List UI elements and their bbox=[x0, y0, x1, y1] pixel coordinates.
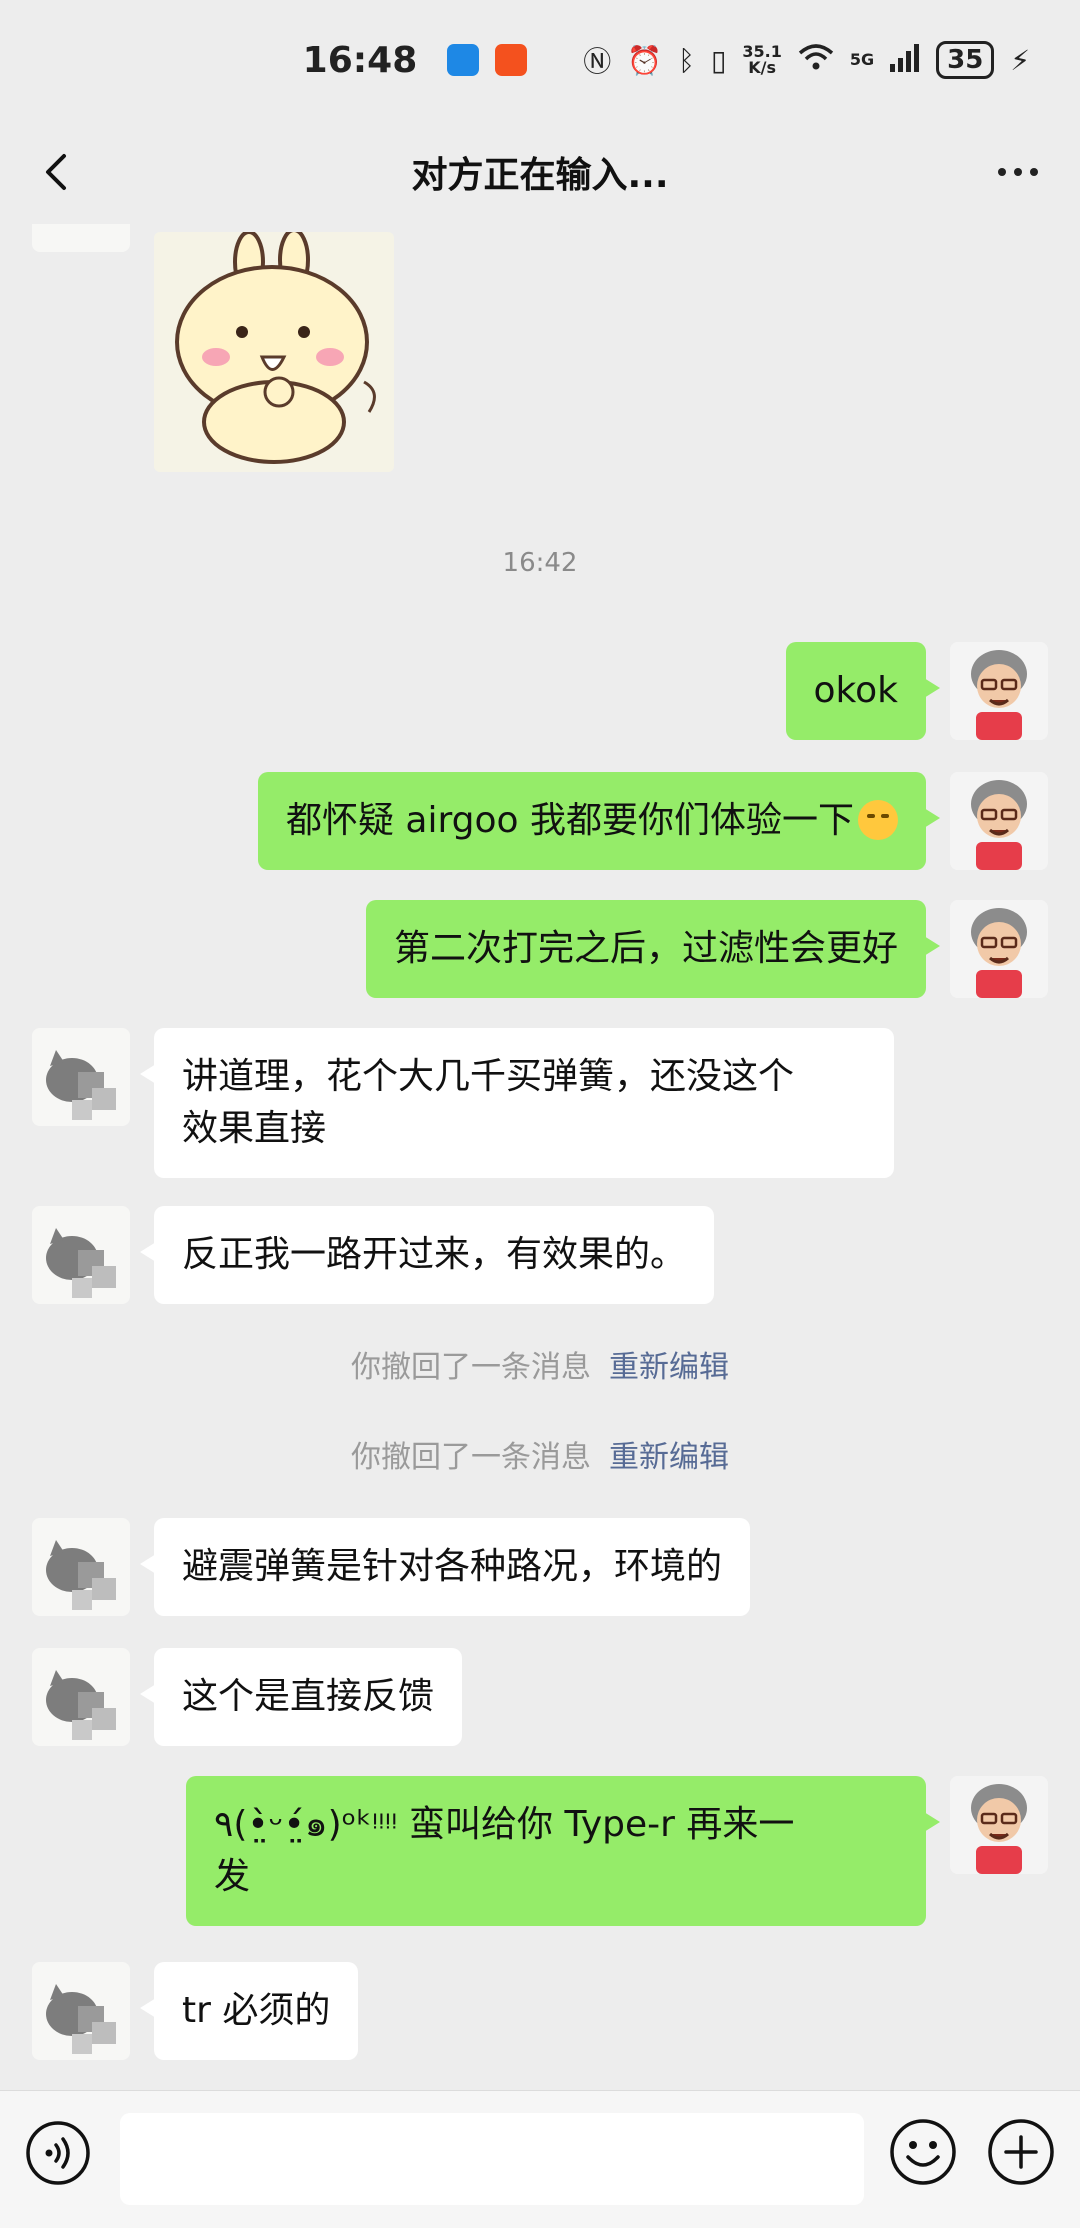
avatar-cat-icon bbox=[32, 1962, 130, 2060]
message-text-line1: 讲道理，花个大几千买弹簧，还没这个 bbox=[182, 1056, 795, 1097]
signal-icon bbox=[890, 44, 920, 76]
contact-message-bubble[interactable]: 反正我一路开过来，有效果的。 bbox=[139, 1206, 715, 1304]
recall-notice: 你撤回了一条消息 重新编辑 bbox=[0, 1342, 1080, 1386]
voice-input-button[interactable] bbox=[24, 2119, 92, 2187]
message-text: 反正我一路开过来，有效果的。 bbox=[182, 1234, 687, 1275]
message-list[interactable]: 16:42 okok 都怀疑 airgoo 我都要你们体验一下 第二次打完之后，… bbox=[0, 224, 1080, 2090]
battery-indicator: 35 bbox=[936, 41, 995, 79]
my-avatar[interactable] bbox=[950, 772, 1048, 870]
app-notification-icon bbox=[447, 44, 480, 76]
network-speed: 35.1 K/s bbox=[742, 44, 781, 76]
status-time: 16:48 bbox=[302, 39, 418, 81]
message-text: okok bbox=[813, 670, 898, 711]
avatar-cat-icon bbox=[32, 1206, 130, 1304]
alarm-icon: ⏰ bbox=[627, 43, 663, 77]
contact-avatar[interactable] bbox=[32, 1028, 130, 1126]
recall-text: 你撤回了一条消息 bbox=[351, 1440, 591, 1475]
message-timestamp: 16:42 bbox=[502, 548, 578, 578]
avatar-cat-icon bbox=[32, 1028, 130, 1126]
message-text-line2: 效果直接 bbox=[182, 1108, 327, 1149]
smiley-icon bbox=[890, 2119, 956, 2185]
re-edit-link[interactable]: 重新编辑 bbox=[609, 1350, 729, 1385]
vibrate-icon: ▯ bbox=[710, 43, 727, 77]
contact-message-bubble[interactable]: tr 必须的 bbox=[139, 1962, 359, 2060]
back-button[interactable] bbox=[30, 144, 86, 200]
network-type: 5G bbox=[849, 50, 875, 69]
my-message-bubble[interactable]: okok bbox=[785, 642, 941, 740]
my-avatar[interactable] bbox=[950, 642, 1048, 740]
bunny-sticker-icon bbox=[175, 228, 376, 464]
message-text-line1: ٩(•̤̀ᵕ•̤́๑)ᵒᵏᵎᵎᵎᵎ 蛮叫给你 Type-r 再来一 bbox=[214, 1804, 795, 1845]
more-functions-button[interactable] bbox=[986, 2117, 1056, 2187]
contact-avatar[interactable] bbox=[32, 1206, 130, 1304]
contact-avatar[interactable] bbox=[32, 224, 130, 252]
chat-header: 对方正在输入... bbox=[0, 120, 1080, 224]
message-text-line2: 发 bbox=[214, 1856, 251, 1897]
bluetooth-icon: ᛒ bbox=[678, 43, 695, 77]
sticker-image[interactable] bbox=[154, 228, 394, 472]
recall-text: 你撤回了一条消息 bbox=[351, 1350, 591, 1385]
message-text: 第二次打完之后，过滤性会更好 bbox=[393, 928, 898, 969]
emoji-button[interactable] bbox=[888, 2117, 958, 2187]
contact-avatar[interactable] bbox=[32, 1518, 130, 1616]
nfc-icon: Ⓝ bbox=[583, 45, 612, 78]
more-options-button[interactable] bbox=[992, 146, 1044, 198]
chevron-left-icon bbox=[46, 154, 66, 190]
re-edit-link[interactable]: 重新编辑 bbox=[609, 1440, 729, 1475]
input-bar bbox=[0, 2090, 1080, 2228]
more-dot-icon bbox=[1030, 168, 1038, 176]
message-text: 都怀疑 airgoo 我都要你们体验一下 bbox=[285, 800, 854, 841]
message-text: 避震弹簧是针对各种路况，环境的 bbox=[182, 1546, 723, 1587]
contact-avatar[interactable] bbox=[32, 1962, 130, 2060]
chat-title: 对方正在输入... bbox=[411, 155, 669, 196]
avatar-cartoon-man-icon bbox=[950, 642, 1048, 740]
status-bar: 16:48 Ⓝ ⏰ ᛒ ▯ 35.1 K/s 5G 35 ⚡ bbox=[0, 0, 1080, 120]
avatar-cat-icon bbox=[32, 1518, 130, 1616]
my-avatar[interactable] bbox=[950, 1776, 1048, 1874]
taobao-notification-icon bbox=[495, 44, 528, 76]
smirk-emoji-icon bbox=[858, 800, 898, 840]
network-speed-unit: K/s bbox=[748, 58, 777, 77]
avatar-cat-icon bbox=[32, 1648, 130, 1746]
avatar-cartoon-man-icon bbox=[950, 900, 1048, 998]
voice-icon bbox=[26, 2121, 90, 2185]
contact-avatar[interactable] bbox=[32, 1648, 130, 1746]
message-text: 这个是直接反馈 bbox=[182, 1676, 435, 1717]
contact-message-bubble[interactable]: 避震弹簧是针对各种路况，环境的 bbox=[139, 1518, 751, 1616]
my-message-bubble[interactable]: 都怀疑 airgoo 我都要你们体验一下 bbox=[257, 772, 941, 870]
my-message-bubble[interactable]: ٩(•̤̀ᵕ•̤́๑)ᵒᵏᵎᵎᵎᵎ 蛮叫给你 Type-r 再来一 发 bbox=[186, 1776, 940, 1926]
charging-icon: ⚡ bbox=[1010, 43, 1030, 77]
message-text: tr 必须的 bbox=[182, 1990, 331, 2031]
contact-message-bubble[interactable]: 讲道理，花个大几千买弹簧，还没这个 效果直接 bbox=[140, 1028, 894, 1178]
more-dot-icon bbox=[1014, 168, 1022, 176]
avatar-cartoon-man-icon bbox=[950, 1776, 1048, 1874]
contact-message-bubble[interactable]: 这个是直接反馈 bbox=[139, 1648, 463, 1746]
my-message-bubble[interactable]: 第二次打完之后，过滤性会更好 bbox=[365, 900, 941, 998]
message-input[interactable] bbox=[120, 2113, 864, 2205]
avatar-cartoon-man-icon bbox=[950, 772, 1048, 870]
wifi-icon bbox=[798, 43, 834, 78]
plus-icon bbox=[988, 2119, 1054, 2185]
more-dot-icon bbox=[998, 168, 1006, 176]
my-avatar[interactable] bbox=[950, 900, 1048, 998]
recall-notice: 你撤回了一条消息 重新编辑 bbox=[0, 1432, 1080, 1476]
